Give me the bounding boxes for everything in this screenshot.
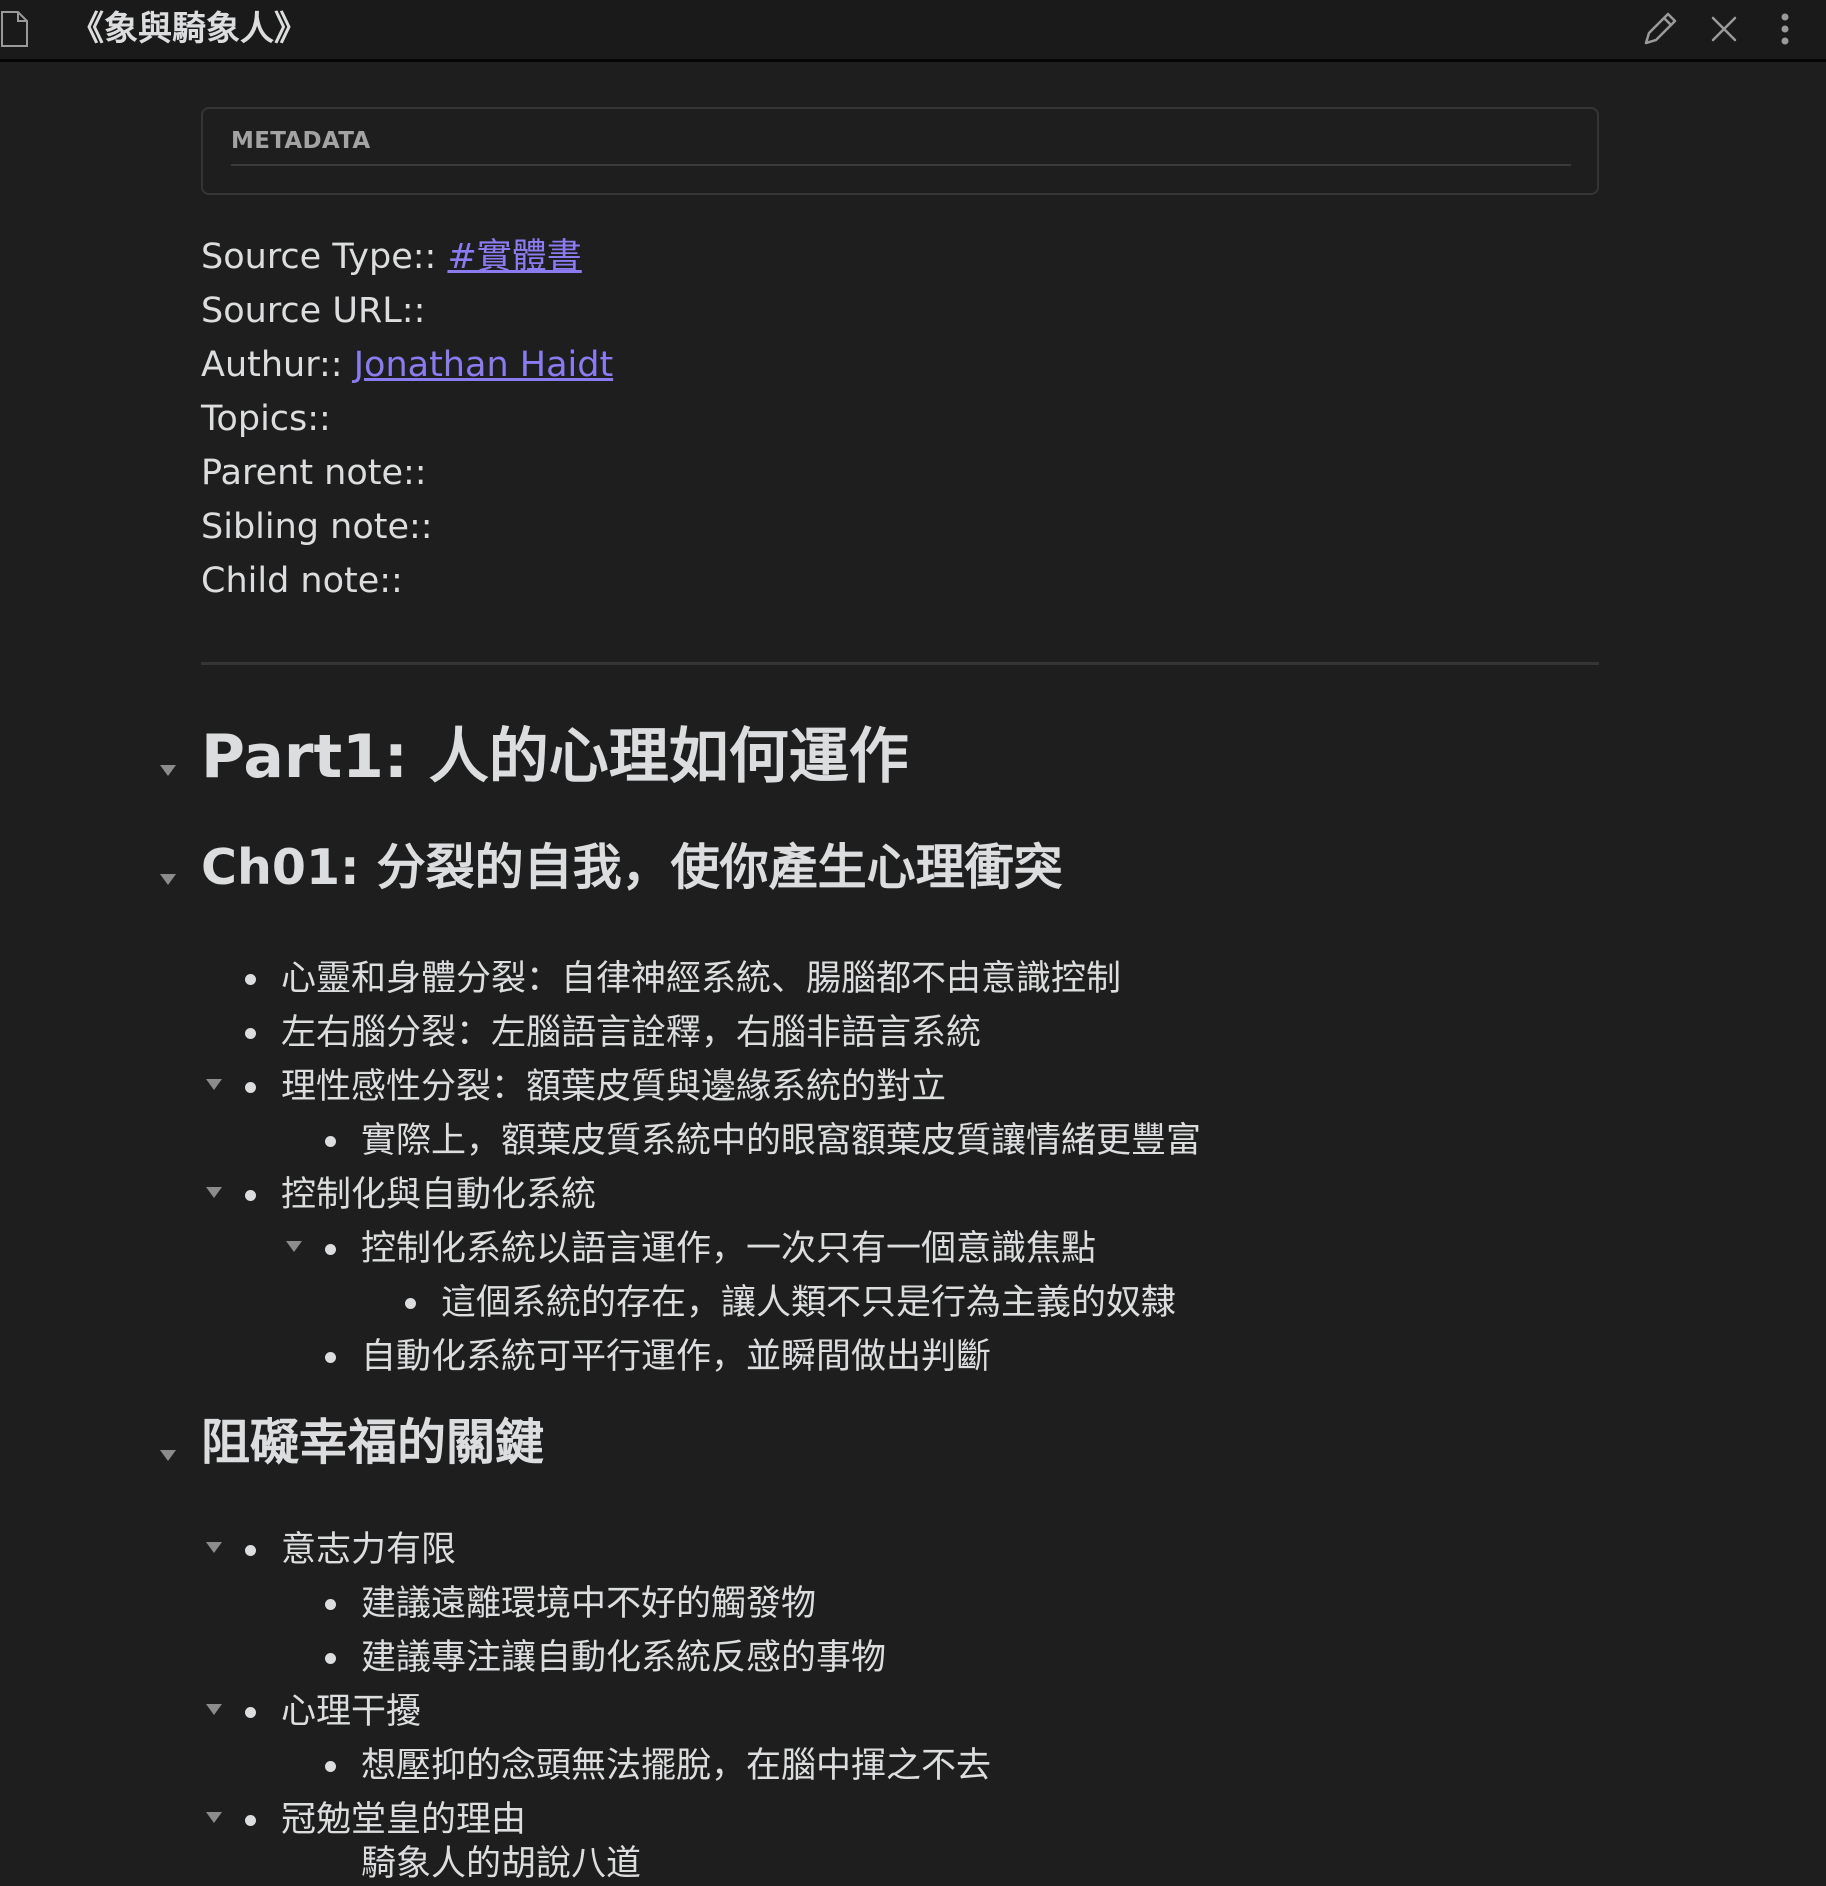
property-topics: Topics::: [201, 398, 331, 440]
list-item: 建議遠離環境中不好的觸發物: [361, 1584, 817, 1624]
collapse-toggle-icon[interactable]: [160, 1450, 176, 1461]
property-child-note: Child note::: [201, 560, 403, 602]
property-label: Source Type::: [201, 237, 437, 277]
property-label: Topics::: [201, 399, 331, 439]
heading-part1: Part1: 人的心理如何運作: [201, 722, 909, 792]
bullet-icon: [325, 1599, 336, 1610]
list-item: 心理干擾: [281, 1692, 422, 1732]
bullet-icon: [325, 1352, 336, 1363]
metadata-divider: [231, 164, 1571, 166]
list-item: 自動化系統可平行運作，並瞬間做出判斷: [361, 1337, 992, 1377]
bullet-icon: [325, 1653, 336, 1664]
close-icon: [1711, 16, 1737, 42]
list-item: 騎象人的胡說八道: [361, 1844, 642, 1884]
collapse-toggle-icon[interactable]: [286, 1241, 302, 1252]
list-item: 控制化與自動化系統: [281, 1175, 597, 1215]
property-label: Sibling note::: [201, 507, 433, 547]
bullet-icon: [245, 1707, 256, 1718]
list-item: 這個系統的存在，讓人類不只是行為主義的奴隸: [441, 1283, 1177, 1323]
heading-happiness: 阻礙幸福的關鍵: [201, 1414, 545, 1471]
edit-button[interactable]: [1640, 9, 1680, 49]
note-title: 《象與騎象人》: [70, 9, 308, 49]
bullet-icon: [245, 1082, 256, 1093]
property-label: Child note::: [201, 561, 403, 601]
list-item: 冠勉堂皇的理由: [281, 1800, 527, 1840]
collapse-toggle-icon[interactable]: [206, 1079, 222, 1090]
author-link[interactable]: Jonathan Haidt: [354, 345, 613, 385]
pencil-icon: [1644, 12, 1677, 45]
metadata-panel[interactable]: METADATA: [201, 107, 1599, 195]
list-item: 左右腦分裂：左腦語言詮釋，右腦非語言系統: [281, 1013, 982, 1053]
collapse-toggle-icon[interactable]: [206, 1542, 222, 1553]
bullet-icon: [245, 1545, 256, 1556]
list-item: 控制化系統以語言運作，一次只有一個意識焦點: [361, 1229, 1097, 1269]
list-item: 心靈和身體分裂：自律神經系統、腸腦都不由意識控制: [281, 959, 1122, 999]
metadata-label: METADATA: [231, 128, 371, 154]
property-label: Parent note::: [201, 453, 427, 493]
property-source-type: Source Type:: #實體書: [201, 236, 582, 278]
collapse-toggle-icon[interactable]: [160, 874, 176, 885]
property-label: Authur::: [201, 345, 343, 385]
collapse-toggle-icon[interactable]: [206, 1187, 222, 1198]
source-type-tag-link[interactable]: #實體書: [447, 237, 581, 277]
list-item: 實際上，額葉皮質系統中的眼窩額葉皮質讓情緒更豐富: [361, 1121, 1202, 1161]
bullet-icon: [405, 1298, 416, 1309]
bullet-icon: [245, 974, 256, 985]
bullet-icon: [325, 1136, 336, 1147]
list-item: 理性感性分裂：額葉皮質與邊緣系統的對立: [281, 1067, 947, 1107]
bullet-icon: [245, 1815, 256, 1826]
collapse-toggle-icon[interactable]: [206, 1704, 222, 1715]
heading-ch01: Ch01: 分裂的自我，使你產生心理衝突: [201, 839, 1063, 896]
property-parent-note: Parent note::: [201, 452, 427, 494]
title-bar: 《象與騎象人》: [0, 0, 1826, 62]
bullet-icon: [325, 1761, 336, 1772]
bullet-icon: [325, 1244, 336, 1255]
bullet-icon: [245, 1190, 256, 1201]
property-author: Authur:: Jonathan Haidt: [201, 344, 613, 386]
list-item: 意志力有限: [281, 1530, 457, 1570]
property-label: Source URL::: [201, 291, 426, 331]
list-item: 想壓抑的念頭無法擺脫，在腦中揮之不去: [361, 1746, 992, 1786]
more-options-button[interactable]: [1770, 9, 1800, 49]
list-item: 建議專注讓自動化系統反感的事物: [361, 1638, 887, 1678]
close-button[interactable]: [1704, 9, 1744, 49]
property-sibling-note: Sibling note::: [201, 506, 433, 548]
more-vertical-icon: [1781, 13, 1789, 45]
horizontal-rule: [201, 662, 1599, 665]
note-content: METADATA Source Type:: #實體書 Source URL::…: [0, 62, 1826, 1884]
property-source-url: Source URL::: [201, 290, 425, 332]
bullet-icon: [245, 1028, 256, 1039]
file-icon: [1, 11, 28, 47]
collapse-toggle-icon[interactable]: [206, 1812, 222, 1823]
collapse-toggle-icon[interactable]: [160, 765, 176, 776]
